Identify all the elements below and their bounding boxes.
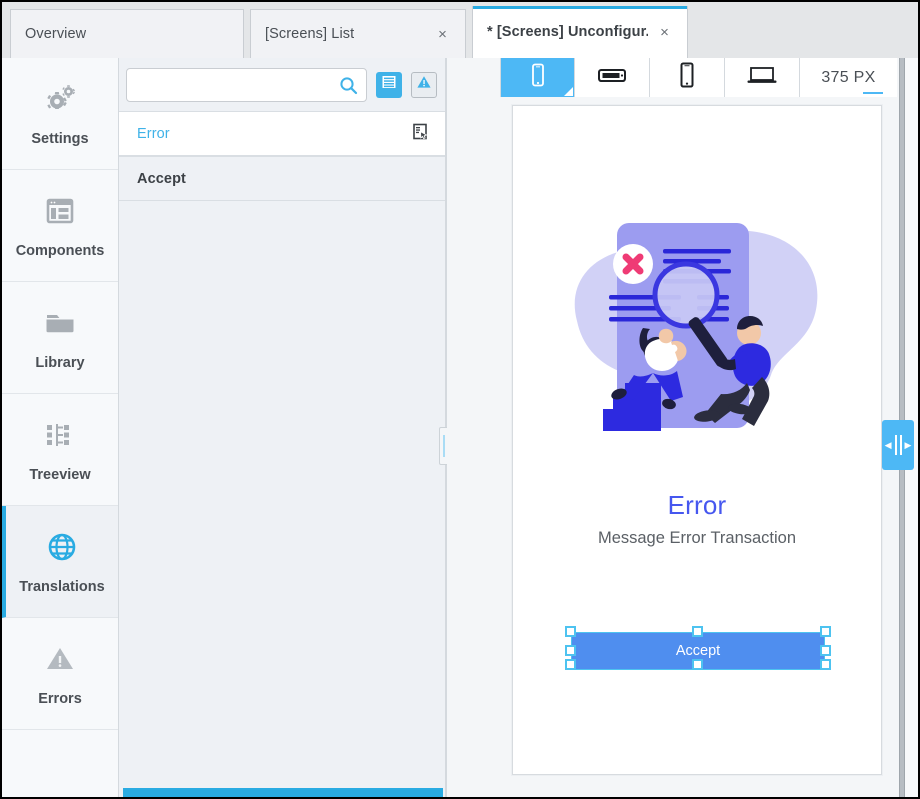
phone-preview-content: Error Message Error Transaction Accept <box>513 106 881 774</box>
grip-bar-icon <box>894 435 897 455</box>
tab-screens-list[interactable]: [Screens] List × <box>250 9 466 58</box>
sidebar-item-settings[interactable]: Settings <box>2 58 118 170</box>
list-item-label: Error <box>137 125 170 142</box>
folder-icon <box>41 304 79 342</box>
resize-handle-top-center[interactable] <box>692 626 703 637</box>
tab-label: [Screens] List <box>265 26 355 42</box>
tree-hierarchy-icon <box>41 416 79 454</box>
chevron-right-icon: ▶ <box>904 439 912 450</box>
window-layout-icon <box>41 192 79 230</box>
sidebar-item-label: Components <box>15 243 105 259</box>
canvas-area: 375 PX Error Message Error Transaction A… <box>447 58 899 797</box>
list-lines-icon <box>381 74 397 95</box>
canvas-width-value: 375 PX <box>821 68 876 86</box>
resize-handle-middle-left[interactable] <box>565 645 576 656</box>
close-icon[interactable]: × <box>434 26 451 43</box>
selected-element-wrapper: Accept <box>565 626 831 670</box>
sidebar-item-label: Translations <box>19 579 105 595</box>
chevron-left-icon: ◀ <box>884 439 892 450</box>
sidebar-item-label: Library <box>35 355 85 371</box>
sidebar-filler <box>2 730 118 797</box>
close-icon[interactable]: × <box>656 24 673 41</box>
device-toolbar: 375 PX <box>500 58 897 97</box>
list-empty-area <box>119 201 445 751</box>
error-search-illustration <box>547 201 847 446</box>
tab-label: * [Screens] Unconfigur... <box>487 24 648 40</box>
sidebar-item-treeview[interactable]: Treeview <box>2 394 118 506</box>
preview-error-title: Error <box>667 490 727 520</box>
translations-list-panel: Error Accept <box>119 58 446 797</box>
device-laptop[interactable] <box>725 58 800 97</box>
resize-handle-middle-right[interactable] <box>820 645 831 656</box>
device-phone-portrait[interactable] <box>500 58 575 97</box>
warning-triangle-icon <box>41 640 79 678</box>
search-box[interactable] <box>126 67 367 102</box>
tablet-icon <box>676 62 698 93</box>
sidebar-item-components[interactable]: Components <box>2 170 118 282</box>
errors-filter-button[interactable] <box>411 71 437 98</box>
laptop-icon <box>746 64 778 91</box>
grip-vertical-icon <box>442 435 445 457</box>
list-view-button[interactable] <box>376 71 402 98</box>
sidebar-item-library[interactable]: Library <box>2 282 118 394</box>
horizontal-scrollbar[interactable] <box>120 786 445 797</box>
screen-pointer-icon[interactable] <box>412 123 429 144</box>
canvas-width-field[interactable]: 375 PX <box>800 58 897 97</box>
resize-handle-bottom-right[interactable] <box>820 659 831 670</box>
resize-handle-bottom-left[interactable] <box>565 659 576 670</box>
phone-preview-frame: Error Message Error Transaction Accept <box>512 105 882 775</box>
search-toolbar <box>119 58 445 111</box>
left-sidebar: Settings Components Library Treeview Tra… <box>2 58 119 797</box>
grip-bar-icon <box>899 435 902 455</box>
search-icon[interactable] <box>339 76 358 100</box>
device-phone-landscape[interactable] <box>575 58 650 97</box>
sidebar-item-label: Settings <box>31 131 89 147</box>
globe-icon <box>43 528 81 566</box>
application-window: Overview [Screens] List × * [Screens] Un… <box>0 0 920 799</box>
list-item-label: Accept <box>137 170 186 187</box>
scrollbar-thumb[interactable] <box>123 788 443 797</box>
gears-icon <box>41 80 79 118</box>
resize-handle-bottom-center[interactable] <box>692 659 703 670</box>
phone-portrait-icon <box>527 63 549 92</box>
device-tablet[interactable] <box>650 58 725 97</box>
sidebar-item-translations[interactable]: Translations <box>2 506 118 618</box>
tab-bar: Overview [Screens] List × * [Screens] Un… <box>2 2 918 58</box>
warning-triangle-icon <box>416 74 432 95</box>
phone-landscape-icon <box>597 65 627 90</box>
preview-error-subtitle: Message Error Transaction <box>597 529 797 547</box>
resize-handle-top-left[interactable] <box>565 626 576 637</box>
sidebar-item-label: Treeview <box>29 467 91 483</box>
tab-label: Overview <box>25 26 87 42</box>
list-item[interactable]: Error <box>119 111 445 156</box>
panel-collapse-handle[interactable]: ◀ ▶ <box>882 420 914 470</box>
tab-overview[interactable]: Overview <box>10 9 244 58</box>
sidebar-item-errors[interactable]: Errors <box>2 618 118 730</box>
sidebar-item-label: Errors <box>38 691 82 707</box>
search-input[interactable] <box>127 77 366 92</box>
resize-handle-top-right[interactable] <box>820 626 831 637</box>
tab-screens-unconfigured[interactable]: * [Screens] Unconfigur... × <box>472 6 688 58</box>
list-item[interactable]: Accept <box>119 156 445 201</box>
